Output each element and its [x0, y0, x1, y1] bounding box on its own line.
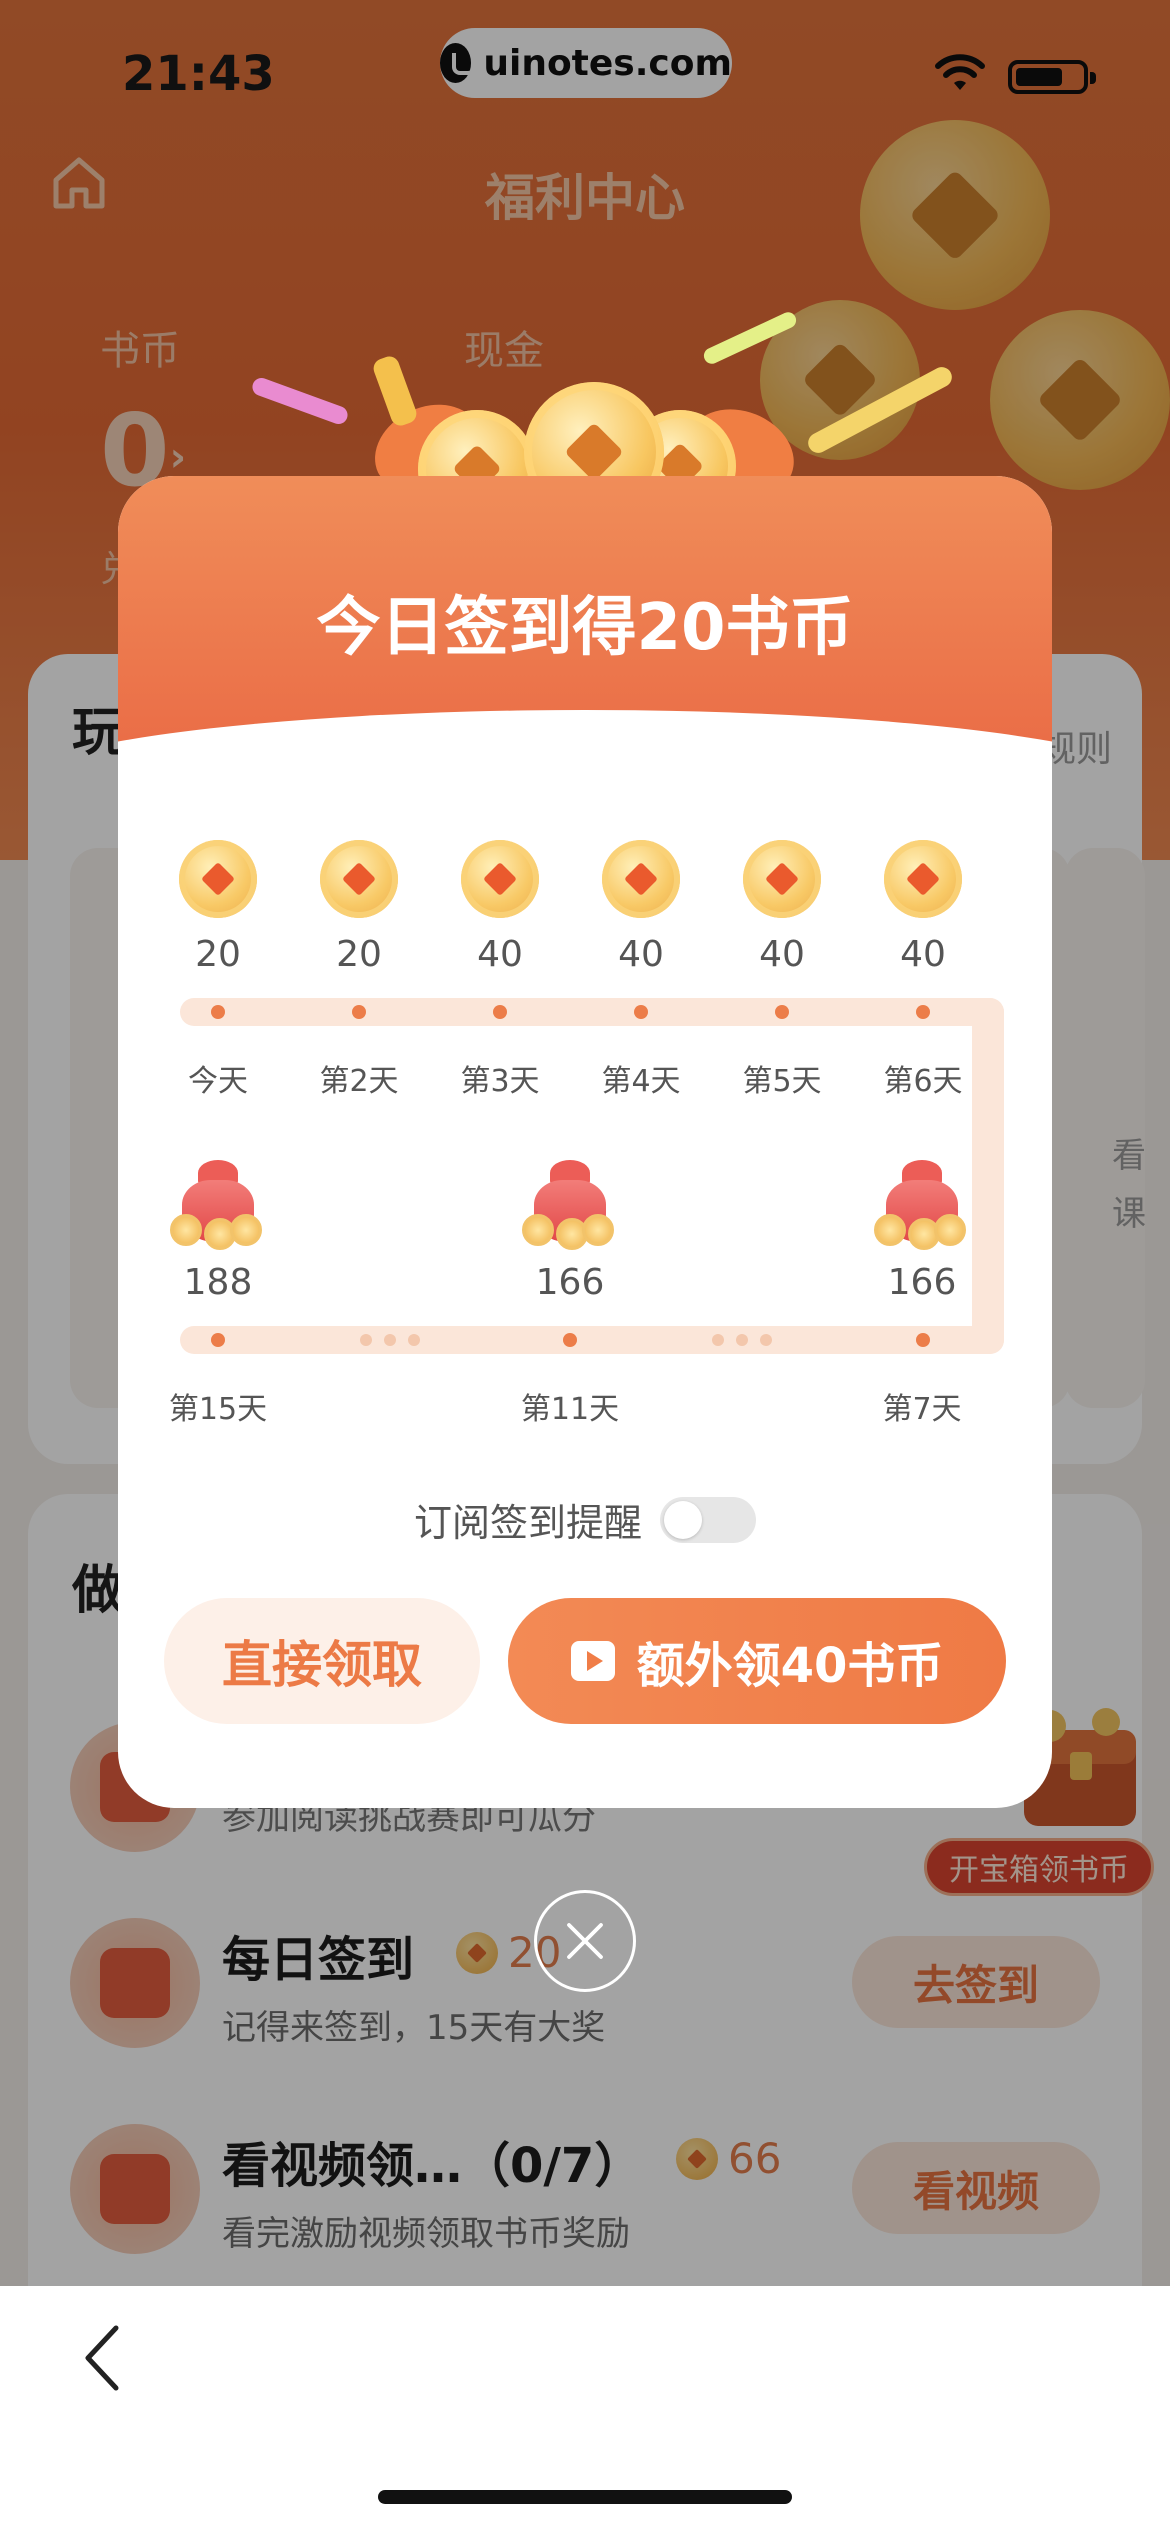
progress-dot: [352, 1005, 366, 1019]
red-bag-icon: [874, 1160, 970, 1250]
day-label: 第4天: [601, 1064, 681, 1099]
day-label: 第11天: [520, 1392, 620, 1427]
progress-dot: [634, 1005, 648, 1019]
progress-dot: [916, 1005, 930, 1019]
day-label: 第15天: [168, 1392, 268, 1427]
progress-dot-minor: [712, 1334, 724, 1346]
day-reward: 40: [759, 934, 805, 975]
home-indicator: [378, 2490, 792, 2504]
progress-dot: [916, 1333, 930, 1347]
claim-extra-button[interactable]: 额外领40书币: [508, 1598, 1006, 1724]
remind-label: 订阅签到提醒: [413, 1501, 642, 1545]
day-label: 第5天: [742, 1064, 822, 1099]
day-label: 第7天: [882, 1392, 962, 1427]
day-label: 第6天: [883, 1064, 963, 1099]
progress-track-bottom: [180, 1326, 1004, 1354]
remind-row: 订阅签到提醒: [0, 1492, 1170, 1547]
day-reward: 20: [195, 934, 241, 975]
day-reward: 166: [535, 1262, 605, 1303]
progress-track-top: [180, 998, 1004, 1026]
coin-icon: [179, 840, 257, 918]
progress-dot: [563, 1333, 577, 1347]
coin-icon: [461, 840, 539, 918]
day-label: 第2天: [319, 1064, 399, 1099]
day-reward: 188: [183, 1262, 253, 1303]
coin-icon: [743, 840, 821, 918]
progress-dot: [211, 1005, 225, 1019]
progress-dot-minor: [408, 1334, 420, 1346]
day-reward: 40: [618, 934, 664, 975]
close-icon[interactable]: [534, 1890, 636, 1992]
claim-direct-button[interactable]: 直接领取: [164, 1598, 480, 1724]
day-reward: 40: [477, 934, 523, 975]
progress-dot: [211, 1333, 225, 1347]
day-reward: 166: [887, 1262, 957, 1303]
day-label: 今天: [188, 1064, 248, 1099]
coin-icon: [884, 840, 962, 918]
coin-icon: [320, 840, 398, 918]
back-icon[interactable]: [80, 2320, 124, 2396]
day-reward: 20: [336, 934, 382, 975]
claim-extra-label: 额外领40书币: [636, 1638, 944, 1694]
remind-toggle[interactable]: [660, 1496, 756, 1543]
progress-dot-minor: [360, 1334, 372, 1346]
red-bag-icon: [522, 1160, 618, 1250]
day-label: 第3天: [460, 1064, 540, 1099]
modal-title: 今日签到得20书币: [316, 591, 854, 665]
progress-dot: [493, 1005, 507, 1019]
progress-dot-minor: [736, 1334, 748, 1346]
progress-dot: [775, 1005, 789, 1019]
coin-icon: [602, 840, 680, 918]
play-icon: [570, 1641, 615, 1681]
progress-dot-minor: [760, 1334, 772, 1346]
day-reward: 40: [900, 934, 946, 975]
progress-dot-minor: [384, 1334, 396, 1346]
red-bag-icon: [170, 1160, 266, 1250]
